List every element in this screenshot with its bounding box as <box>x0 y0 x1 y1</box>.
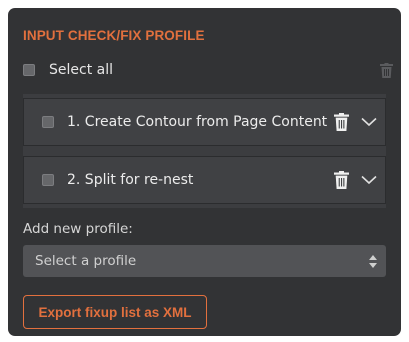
updown-arrows-icon <box>369 255 377 268</box>
add-profile-label: Add new profile: <box>23 221 133 237</box>
trash-icon[interactable] <box>334 171 349 189</box>
profile-row[interactable]: 2. Split for re-nest <box>23 156 386 204</box>
select-all-row[interactable]: Select all <box>23 60 113 80</box>
select-all-label[interactable]: Select all <box>49 62 113 78</box>
profile-label: 1. Create Contour from Page Content <box>67 114 328 130</box>
chevron-down-icon[interactable] <box>361 117 377 127</box>
trash-icon[interactable] <box>334 113 349 131</box>
profile-row[interactable]: 1. Create Contour from Page Content <box>23 98 386 146</box>
select-all-checkbox[interactable] <box>23 64 35 76</box>
trash-icon[interactable] <box>380 63 393 78</box>
profile-checkbox[interactable] <box>42 116 54 128</box>
profile-select-value: Select a profile <box>35 253 137 269</box>
fixup-profile-panel: INPUT CHECK/FIX PROFILE Select all 1. Cr… <box>8 8 401 336</box>
profile-list: 1. Create Contour from Page Content 2. S… <box>23 94 386 208</box>
profile-label: 2. Split for re-nest <box>67 172 194 188</box>
export-xml-button[interactable]: Export fixup list as XML <box>23 295 207 329</box>
profile-checkbox[interactable] <box>42 174 54 186</box>
profile-select[interactable]: Select a profile <box>23 245 386 277</box>
chevron-down-icon[interactable] <box>361 175 377 185</box>
panel-title: INPUT CHECK/FIX PROFILE <box>23 28 205 43</box>
